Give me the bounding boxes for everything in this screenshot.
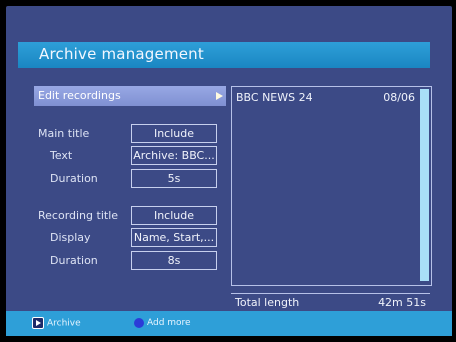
ok-key-icon [32,317,44,329]
recording-duration-label: Duration [50,254,98,267]
arrow-right-icon [216,92,223,100]
archive-key-hint[interactable]: Archive [32,317,81,330]
main-duration-value[interactable]: 5s [131,169,217,188]
recording-date: 08/06 [383,91,415,104]
edit-recordings-label: Edit recordings [38,89,121,102]
blue-key-icon [134,317,144,328]
recording-duration-value[interactable]: 8s [131,251,217,270]
text-label: Text [50,149,73,162]
main-title-label: Main title [38,127,90,140]
footer-bar: Archive Add more [6,311,452,336]
display-value[interactable]: Name, Start,... [131,228,217,247]
total-length-label: Total length [235,296,300,309]
display-label: Display [50,231,91,244]
recording-title-value[interactable]: Include [131,206,217,225]
total-length-value: 42m 51s [378,296,426,309]
total-length-row: Total length 42m 51s [231,293,430,312]
title-bar: Archive management [18,42,430,68]
archive-label: Archive [47,318,81,329]
tv-screen: Archive management Edit recordings Main … [6,6,452,336]
add-more-key-hint[interactable]: Add more [134,317,191,329]
recording-name: BBC NEWS 24 [236,91,313,104]
edit-recordings-item[interactable]: Edit recordings [34,86,226,106]
page-title: Archive management [39,45,204,63]
recording-title-label: Recording title [38,209,119,222]
main-title-value[interactable]: Include [131,124,217,143]
add-more-label: Add more [147,318,191,328]
recordings-list: BBC NEWS 24 08/06 [231,86,432,286]
scrollbar[interactable] [420,89,429,281]
text-value[interactable]: Archive: BBC... [131,146,217,165]
main-duration-label: Duration [50,172,98,185]
